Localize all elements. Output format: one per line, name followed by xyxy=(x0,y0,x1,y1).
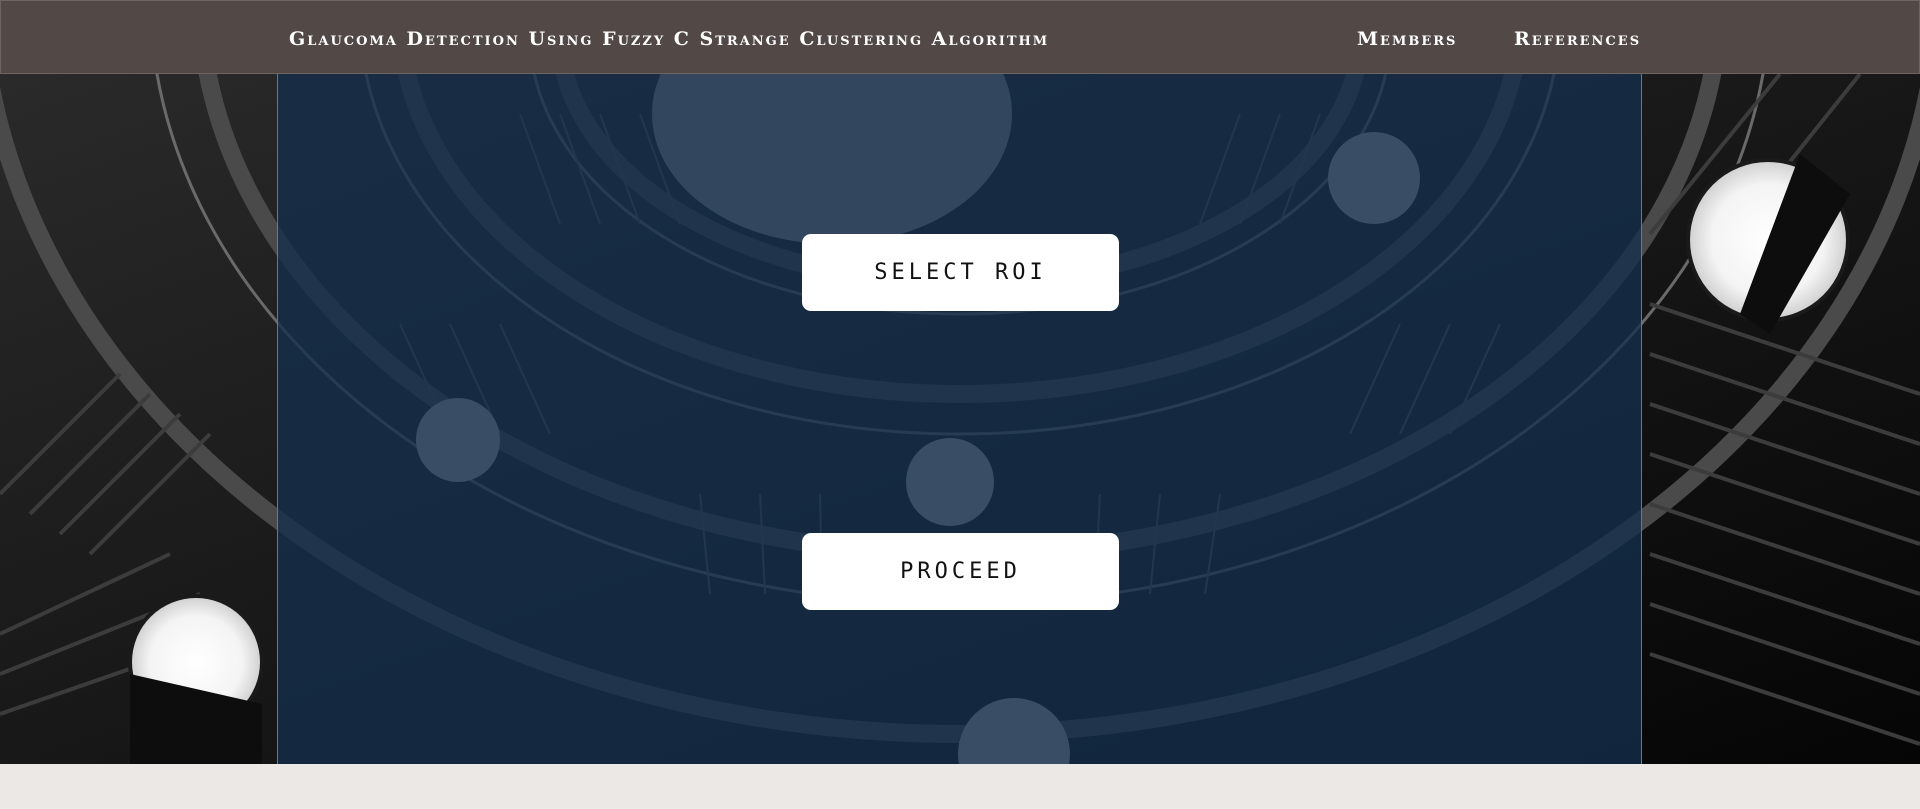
center-panel: SELECT ROI PROCEED xyxy=(277,74,1642,764)
footer-strip xyxy=(0,764,1920,809)
site-title: Glaucoma Detection Using Fuzzy C Strange… xyxy=(289,28,1050,50)
nav-link-members[interactable]: Members xyxy=(1357,28,1457,50)
nav-link-references[interactable]: References xyxy=(1514,28,1641,50)
proceed-button[interactable]: PROCEED xyxy=(802,533,1119,610)
top-navigation-bar: Glaucoma Detection Using Fuzzy C Strange… xyxy=(0,0,1920,74)
hero-section: SELECT ROI PROCEED xyxy=(0,74,1920,764)
select-roi-button[interactable]: SELECT ROI xyxy=(802,234,1119,311)
panel-blue-overlay xyxy=(278,74,1641,764)
